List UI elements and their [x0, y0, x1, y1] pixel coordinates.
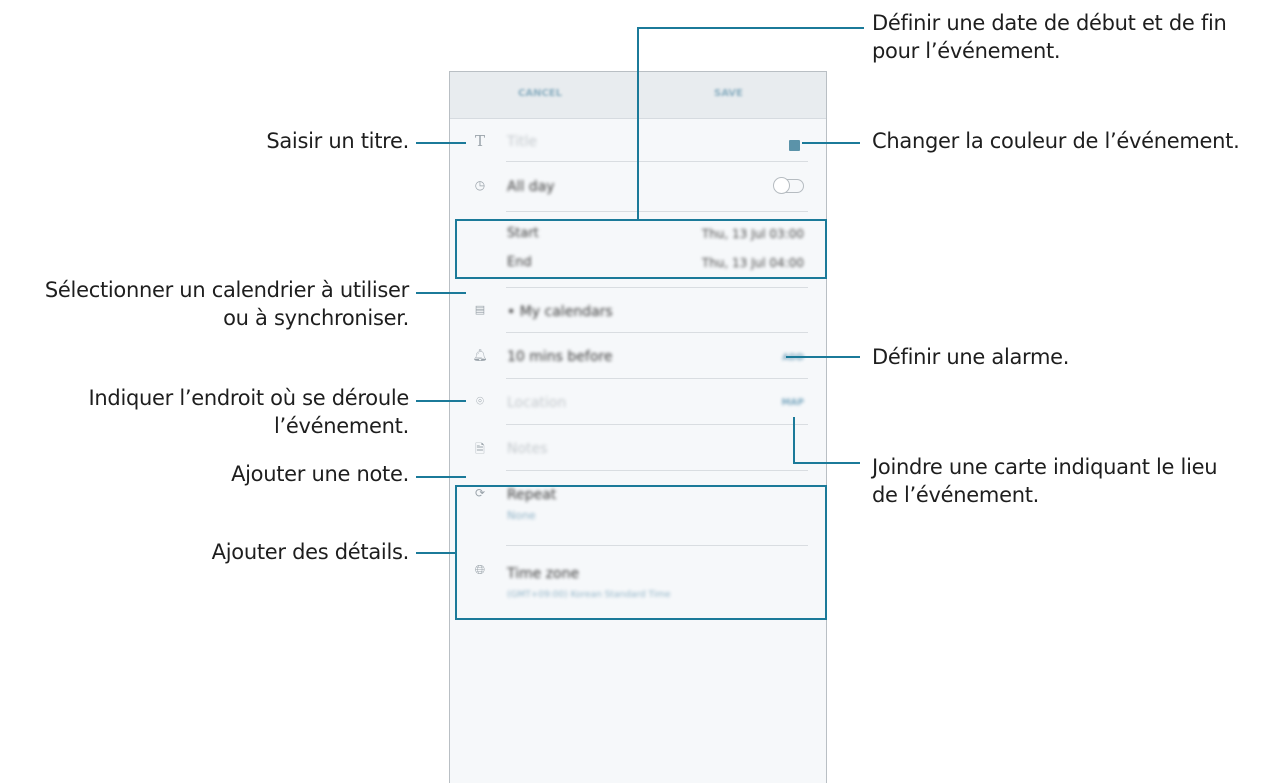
divider [506, 161, 808, 162]
callout-details: Ajouter des détails. [211, 540, 410, 564]
leader-line [793, 462, 860, 464]
callout-alarm: Définir une alarme. [872, 345, 1070, 369]
map-button[interactable]: MAP [781, 398, 804, 408]
divider [506, 211, 808, 212]
calendar-select[interactable]: • My calendars [507, 304, 613, 320]
all-day-label: All day [507, 179, 555, 195]
all-day-toggle[interactable] [773, 177, 804, 194]
title-icon: T [474, 132, 485, 150]
divider [506, 470, 808, 471]
details-highlight [455, 485, 827, 620]
leader-line [637, 27, 639, 220]
calendar-name: My calendars [519, 304, 613, 320]
add-reminder-button[interactable]: ADD [782, 353, 804, 363]
cancel-button[interactable]: CANCEL [518, 88, 562, 99]
location-pin-icon: ⌾ [476, 394, 484, 409]
callout-date-range: Définir une date de début et de fin pour… [872, 11, 1227, 63]
callout-calendar: Sélectionner un calendrier à utiliser ou… [44, 278, 409, 330]
callout-title: Saisir un titre. [266, 129, 409, 153]
leader-line [416, 476, 466, 478]
location-input[interactable]: Location [507, 395, 566, 411]
bell-icon: 🔔︎ [472, 348, 488, 362]
leader-line [416, 400, 466, 402]
save-button[interactable]: SAVE [714, 88, 743, 99]
leader-line [786, 356, 860, 358]
divider [506, 378, 808, 379]
divider [506, 287, 808, 288]
callout-event-color: Changer la couleur de l’événement. [872, 129, 1240, 153]
callout-map: Joindre une carte indiquant le lieu de l… [872, 455, 1218, 507]
date-range-highlight [455, 219, 827, 279]
leader-line [802, 142, 860, 144]
callout-note: Ajouter une note. [231, 462, 409, 486]
leader-line [416, 552, 456, 554]
divider [506, 332, 808, 333]
notes-input[interactable]: Notes [507, 441, 547, 457]
event-color-swatch[interactable] [789, 140, 800, 151]
leader-line [416, 142, 466, 144]
leader-line [793, 417, 795, 463]
note-icon: 🗎 [475, 442, 485, 456]
divider [506, 424, 808, 425]
calendar-icon: ▤ [474, 303, 486, 316]
leader-line [637, 27, 864, 29]
callout-location: Indiquer l’endroit où se déroule l’événe… [88, 386, 410, 438]
reminder-value[interactable]: 10 mins before [507, 349, 612, 365]
clock-icon: ◷ [474, 178, 486, 192]
title-input[interactable]: Title [507, 134, 537, 150]
leader-line [416, 292, 466, 294]
